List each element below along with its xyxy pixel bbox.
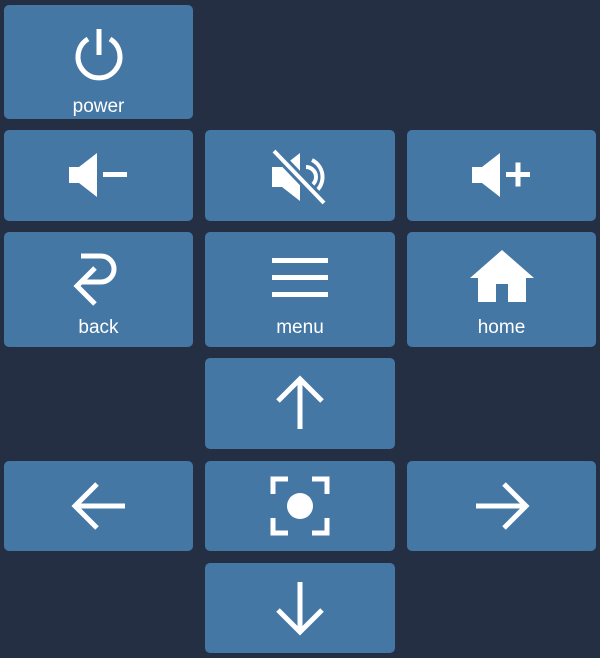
back-button[interactable]: back bbox=[4, 232, 193, 347]
volume-up-button[interactable] bbox=[407, 130, 596, 221]
power-label: power bbox=[72, 96, 125, 117]
menu-button[interactable]: menu bbox=[205, 232, 395, 347]
arrow-right-icon bbox=[472, 476, 532, 536]
arrow-up-icon bbox=[272, 373, 328, 433]
right-button[interactable] bbox=[407, 461, 596, 551]
mute-icon bbox=[268, 147, 332, 207]
select-center-icon bbox=[270, 476, 330, 536]
back-icon bbox=[71, 250, 127, 308]
home-button[interactable]: home bbox=[407, 232, 596, 347]
up-button[interactable] bbox=[205, 358, 395, 449]
select-button[interactable] bbox=[205, 461, 395, 551]
arrow-left-icon bbox=[69, 476, 129, 536]
home-label: home bbox=[477, 317, 526, 338]
mute-button[interactable] bbox=[205, 130, 395, 221]
power-button[interactable]: power bbox=[4, 5, 193, 119]
menu-icon bbox=[270, 250, 330, 306]
down-button[interactable] bbox=[205, 563, 395, 653]
volume-up-icon bbox=[470, 147, 534, 203]
menu-label: menu bbox=[276, 317, 324, 338]
power-icon bbox=[71, 27, 127, 83]
volume-down-icon bbox=[67, 147, 131, 203]
arrow-down-icon bbox=[272, 578, 328, 638]
left-button[interactable] bbox=[4, 461, 193, 551]
home-icon bbox=[469, 250, 534, 306]
volume-down-button[interactable] bbox=[4, 130, 193, 221]
back-label: back bbox=[78, 317, 119, 338]
